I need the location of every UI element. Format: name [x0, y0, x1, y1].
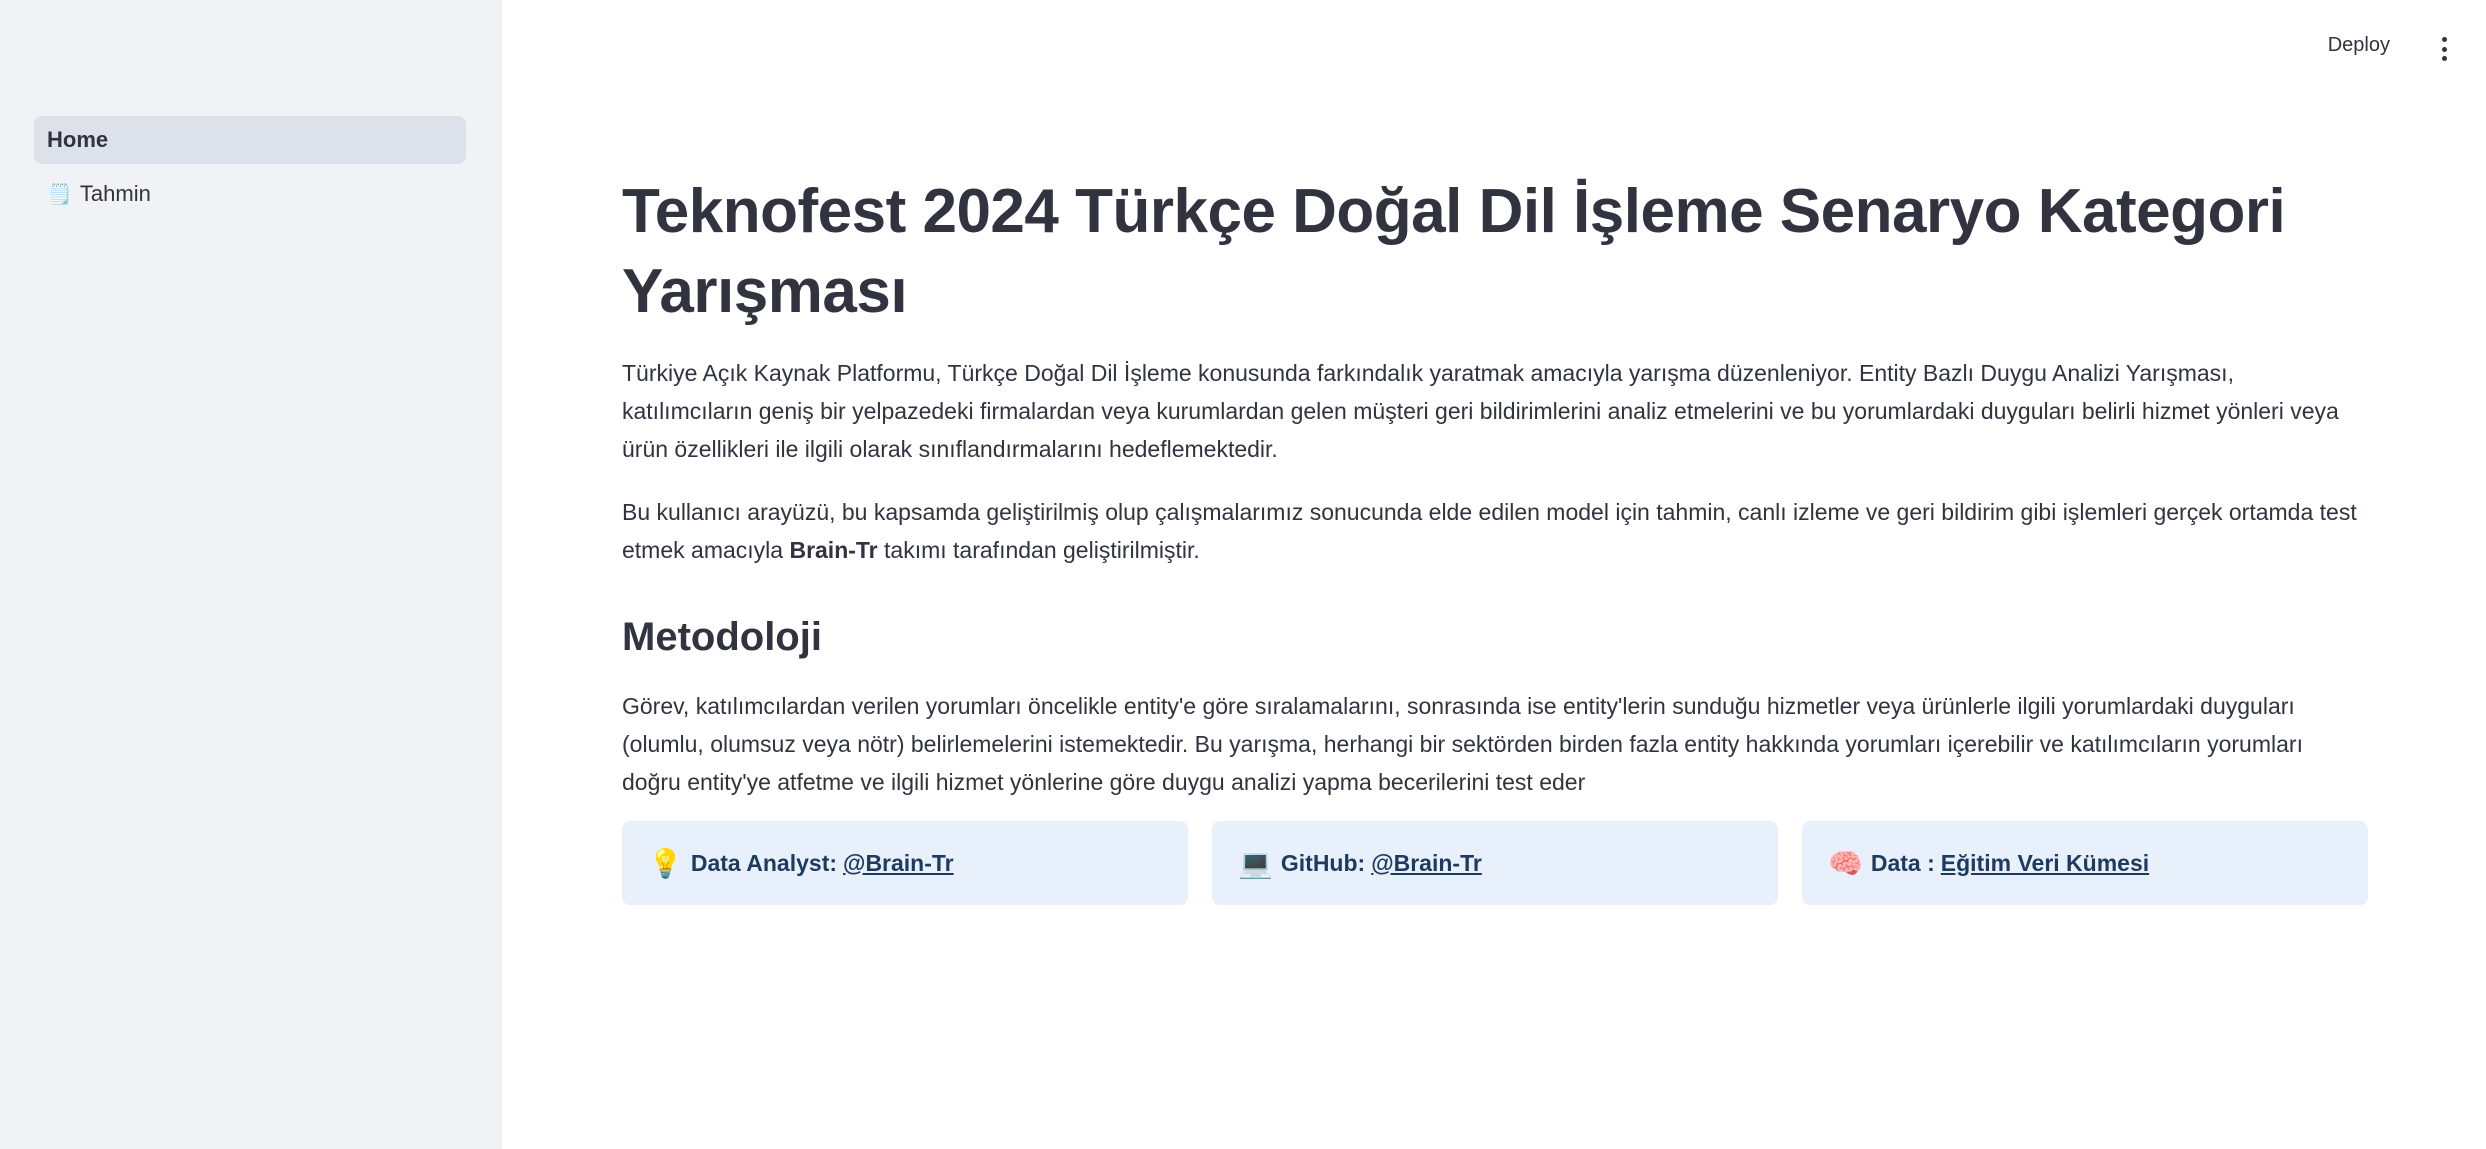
dataset-link[interactable]: Eğitim Veri Kümesi	[1941, 850, 2149, 877]
laptop-icon: 💻	[1238, 847, 1273, 879]
notepad-icon: 🗒️	[47, 183, 72, 206]
sidebar-item-home[interactable]: Home	[34, 116, 466, 164]
intro-paragraph: Türkiye Açık Kaynak Platformu, Türkçe Do…	[622, 360, 2339, 462]
more-menu-icon[interactable]	[2440, 37, 2448, 61]
brain-icon: 🧠	[1828, 847, 1863, 879]
card-label: Data :	[1870, 849, 1935, 876]
sidebar-item-label: Tahmin	[79, 181, 151, 206]
info-card-github: 💻 GitHub: @Brain-Tr	[1212, 821, 1778, 905]
about-text-after: takımı tarafından geliştirilmiştir.	[877, 537, 1200, 563]
page-title: Teknofest 2024 Türkçe Doğal Dil İşleme S…	[622, 177, 2286, 326]
about-paragraph: Bu kullanıcı arayüzü, bu kapsamda gelişt…	[622, 493, 2368, 569]
lightbulb-icon: 💡	[648, 847, 683, 879]
info-cards: 💡 Data Analyst: @Brain-Tr 💻 GitHub: @Bra…	[622, 821, 2368, 905]
card-label: GitHub:	[1280, 849, 1366, 876]
github-link[interactable]: @Brain-Tr	[1371, 850, 1482, 877]
sidebar-item-tahmin[interactable]: 🗒️ Tahmin	[34, 170, 466, 218]
methodology-paragraph: Görev, katılımcılardan verilen yorumları…	[622, 693, 2303, 795]
sidebar-nav: Home 🗒️ Tahmin	[34, 116, 466, 224]
section-title: Metodoloji	[622, 615, 822, 659]
card-label: Data Analyst:	[690, 849, 838, 876]
info-card-data-analyst: 💡 Data Analyst: @Brain-Tr	[622, 821, 1188, 905]
deploy-button[interactable]: Deploy	[2328, 34, 2390, 57]
team-name: Brain-Tr	[789, 537, 878, 563]
sidebar-item-label: Home	[47, 127, 109, 152]
sidebar: Home 🗒️ Tahmin	[0, 0, 502, 1149]
data-analyst-link[interactable]: @Brain-Tr	[843, 850, 954, 877]
main-content: Teknofest 2024 Türkçe Doğal Dil İşleme S…	[622, 172, 2368, 905]
info-card-data: 🧠 Data : Eğitim Veri Kümesi	[1802, 821, 2368, 905]
